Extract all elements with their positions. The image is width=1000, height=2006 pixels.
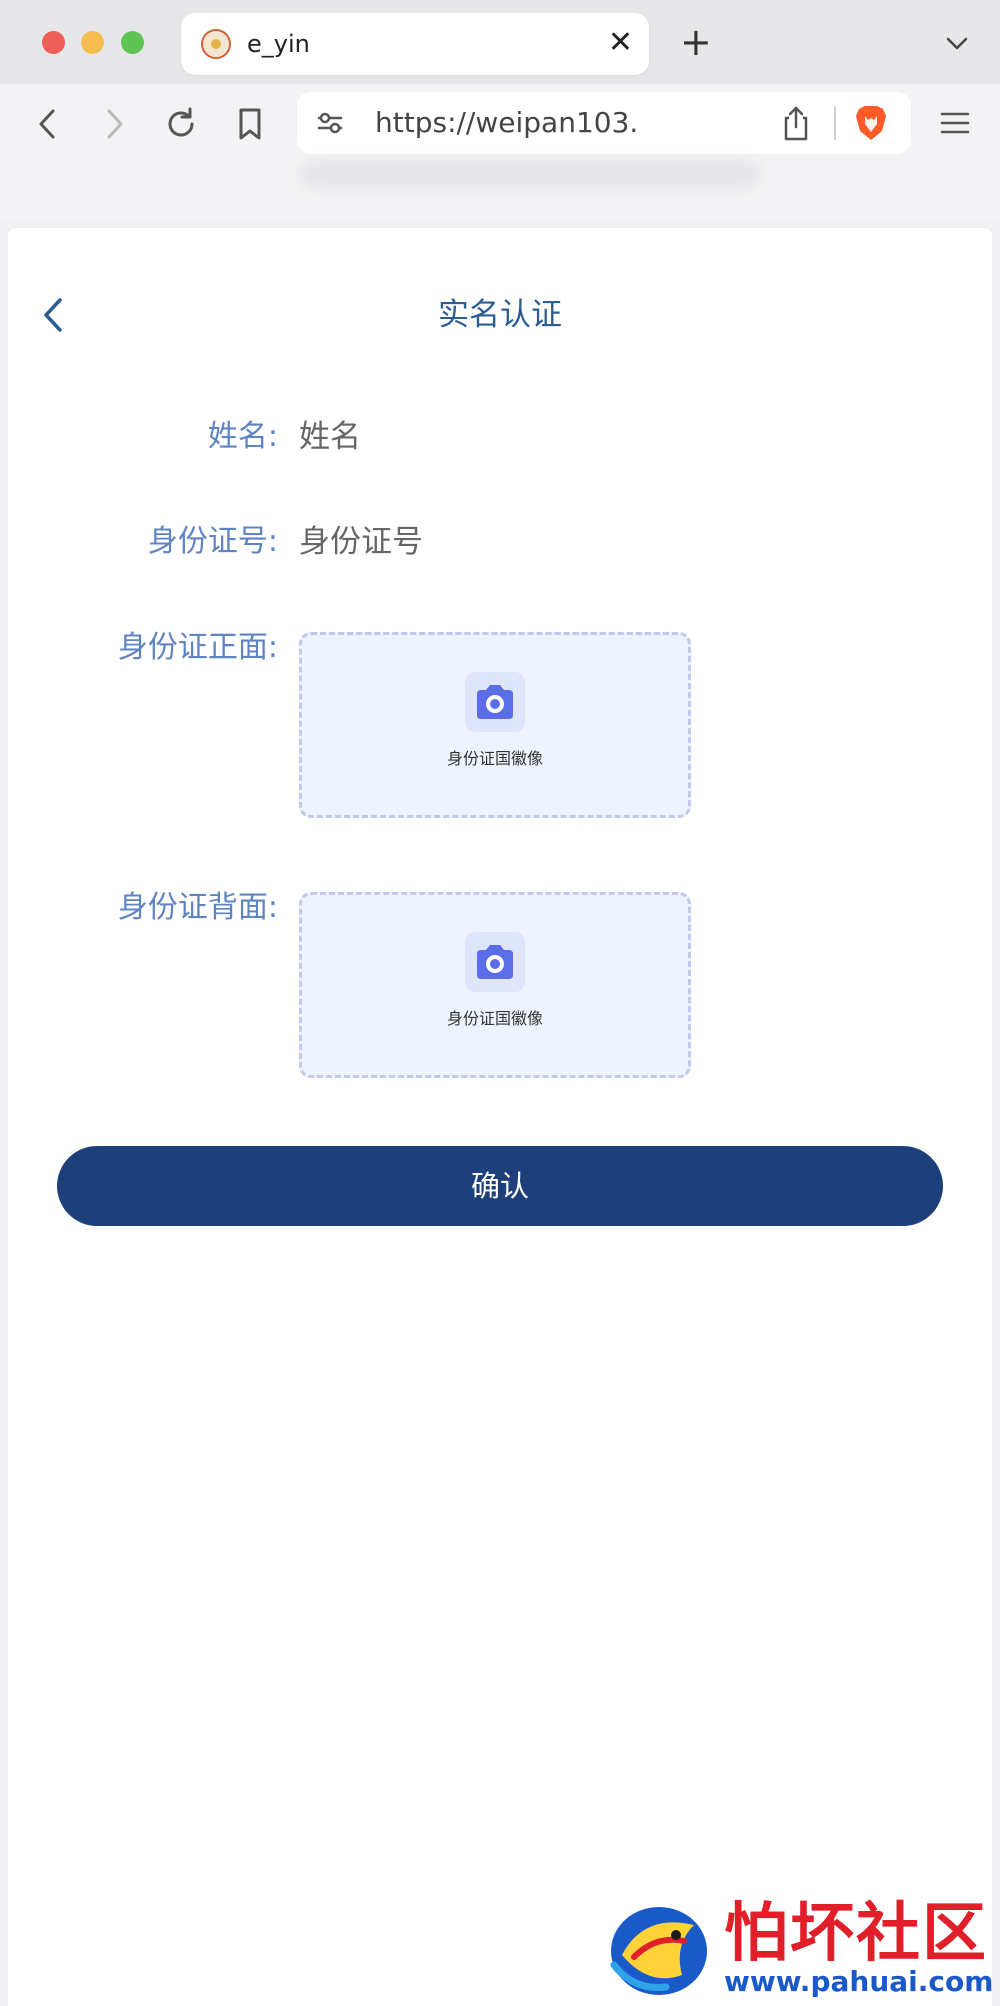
id-back-upload[interactable]: 身份证国徽像 [299,892,691,1078]
confirm-button[interactable]: 确认 [57,1146,943,1226]
url-divider [834,106,836,140]
back-arrow-icon[interactable] [28,104,68,144]
camera-icon [477,945,513,979]
name-input[interactable]: 姓名 [299,416,361,458]
camera-icon-wrap [465,932,525,992]
id-number-label: 身份证号: [147,524,278,559]
tab-close-button[interactable]: ✕ [608,25,633,61]
watermark-fish-logo-icon [610,1907,707,1995]
page-title: 实名认证 [438,297,562,333]
address-bar[interactable]: https://weipan103. [297,92,911,154]
browser-tab[interactable]: e_yin ✕ [181,13,649,75]
menu-icon[interactable] [938,108,972,138]
watermark-title: 怕坏社区 [724,1897,988,1971]
name-label: 姓名: [207,419,278,454]
forward-arrow-icon[interactable] [94,104,134,144]
close-window-button[interactable] [42,31,65,54]
camera-icon [477,685,513,719]
bookmark-icon[interactable] [230,104,270,144]
camera-icon-wrap [465,672,525,732]
page-card [8,228,992,2006]
tab-title: e_yin [247,30,310,58]
maximize-window-button[interactable] [121,31,144,54]
brave-shield-icon[interactable] [853,104,889,142]
upload-caption: 身份证国徽像 [446,749,543,768]
toolbar-shadow [300,160,760,188]
upload-caption: 身份证国徽像 [446,1009,543,1028]
watermark-url: www.pahuai.com [724,1965,994,1998]
new-tab-button[interactable]: + [680,22,712,62]
site-favicon-icon [201,29,231,59]
id-front-upload[interactable]: 身份证国徽像 [299,632,691,818]
id-number-input[interactable]: 身份证号 [299,521,423,563]
reload-icon[interactable] [161,104,201,144]
minimize-window-button[interactable] [81,31,104,54]
id-front-label: 身份证正面: [117,630,278,665]
id-back-label: 身份证背面: [117,890,278,925]
site-settings-icon[interactable] [315,108,345,138]
tab-list-chevron-icon[interactable] [942,28,972,58]
url-text[interactable]: https://weipan103. [375,104,638,142]
share-icon[interactable] [779,104,813,142]
